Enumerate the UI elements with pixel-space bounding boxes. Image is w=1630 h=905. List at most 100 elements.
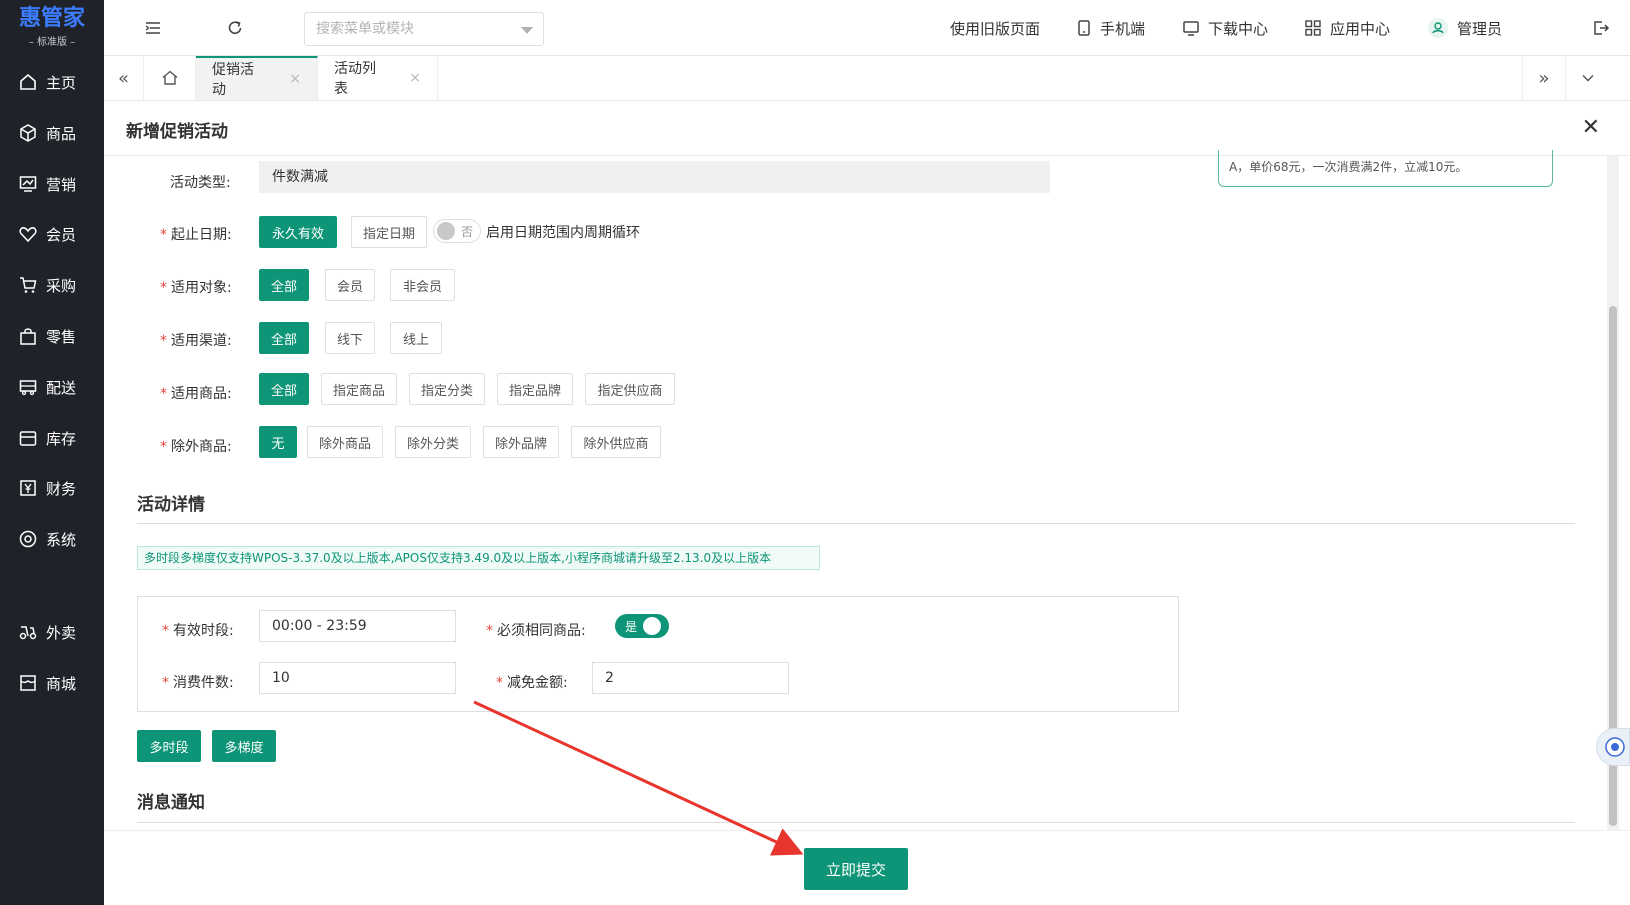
channel-online-button[interactable]: 线上 [390,322,442,354]
tab-scroll-left-button[interactable]: « [104,56,144,100]
message-divider [137,822,1575,823]
sidebar-item-marketing[interactable]: 营销 [0,164,104,204]
sidebar-item-takeout[interactable]: 外卖 [0,612,104,652]
old-page-label: 使用旧版页面 [950,19,1041,38]
sidebar-item-goods[interactable]: 商品 [0,113,104,153]
tab-bar: « 促销活动 × 活动列表 × » [104,56,1630,101]
exclude-brand-button[interactable]: 除外品牌 [483,426,559,458]
sidebar-item-system[interactable]: 系统 [0,519,104,559]
cycle-label: 启用日期范围内周期循环 [486,225,640,241]
target-label: * 适用对象: [160,280,232,296]
tab-activity-list[interactable]: 活动列表 × [318,56,438,100]
download-label: 下载中心 [1208,19,1269,38]
sidebar-item-retail[interactable]: 零售 [0,316,104,356]
double-chevron-right-icon: » [1538,67,1550,89]
details-section-title: 活动详情 [137,495,205,515]
sidebar-item-label: 库存 [46,429,77,448]
cycle-toggle[interactable]: 否 [433,219,481,243]
channel-offline-button[interactable]: 线下 [325,322,375,354]
close-icon[interactable]: × [289,71,301,87]
goods-all-button[interactable]: 全部 [259,373,309,405]
example-tip-box: A，单价68元，一次消费满2件，立减10元。 [1218,150,1553,187]
download-center-link[interactable]: 下载中心 [1182,0,1268,56]
goods-specify-button[interactable]: 指定商品 [321,373,397,405]
toggle-state-label: 否 [461,224,474,239]
user-name: 管理员 [1457,19,1503,38]
scooter-icon [19,626,37,640]
date-range-label: * 起止日期: [160,227,232,243]
date-specify-button[interactable]: 指定日期 [351,216,427,248]
multi-period-button[interactable]: 多时段 [137,730,201,762]
submit-button[interactable]: 立即提交 [804,848,908,890]
target-nonmember-button[interactable]: 非会员 [390,269,455,301]
app-center-link[interactable]: 应用中心 [1304,0,1390,56]
exclude-goods-button[interactable]: 除外商品 [307,426,383,458]
quantity-input[interactable]: 10 [259,662,456,694]
sidebar-item-finance[interactable]: 财务 [0,468,104,508]
channel-all-button[interactable]: 全部 [259,322,309,354]
top-bar: 搜索菜单或模块 使用旧版页面 手机端 下载中心 应用中心 管理员 [104,0,1630,56]
exclude-category-button[interactable]: 除外分类 [395,426,471,458]
tab-promotion[interactable]: 促销活动 × [196,56,318,100]
tab-label: 活动列表 [334,61,376,97]
close-icon: ✕ [1581,115,1600,140]
yen-icon [20,480,36,496]
menu-search-select[interactable]: 搜索菜单或模块 [304,12,544,46]
bag-icon [20,328,36,345]
exclude-supplier-button[interactable]: 除外供应商 [571,426,661,458]
close-icon[interactable]: × [409,70,421,86]
search-placeholder: 搜索菜单或模块 [316,21,414,37]
assistant-floating-button[interactable] [1596,728,1630,766]
target-member-button[interactable]: 会员 [325,269,375,301]
menu-icon [145,22,160,34]
sidebar-item-label: 外卖 [46,623,77,642]
sidebar-item-member[interactable]: 会员 [0,214,104,254]
goods-category-button[interactable]: 指定分类 [409,373,485,405]
user-avatar-icon [1428,18,1448,38]
sidebar-item-inventory[interactable]: 库存 [0,418,104,458]
multi-tier-button[interactable]: 多梯度 [212,730,276,762]
old-page-link[interactable]: 使用旧版页面 [950,0,1040,56]
sidebar-item-label: 零售 [46,327,77,346]
period-label: * 有效时段: [162,623,234,639]
period-input[interactable]: 00:00 - 23:59 [259,610,456,642]
version-notice: 多时段多梯度仅支持WPOS-3.37.0及以上版本,APOS仅支持3.49.0及… [137,546,820,570]
chevron-down-icon [1582,74,1594,82]
heart-icon [19,227,37,243]
home-icon [20,73,36,90]
date-permanent-button[interactable]: 永久有效 [259,216,337,248]
mobile-link[interactable]: 手机端 [1076,0,1145,56]
exclude-none-button[interactable]: 无 [259,426,297,458]
modal-header: 新增促销活动 ✕ [104,101,1630,156]
goods-brand-button[interactable]: 指定品牌 [497,373,573,405]
tab-label: 促销活动 [212,62,254,98]
details-divider [137,523,1575,524]
target-all-button[interactable]: 全部 [259,269,309,301]
brand-name: 惠管家 [18,5,85,31]
sidebar-item-mall[interactable]: 商城 [0,663,104,703]
sidebar-item-label: 配送 [46,378,77,397]
chart-icon [19,176,37,192]
refresh-button[interactable] [226,0,252,56]
chevron-down-icon [521,27,533,34]
same-goods-toggle[interactable]: 是 [615,614,669,638]
tab-scroll-right-button[interactable]: » [1522,56,1566,100]
menu-toggle-button[interactable] [144,0,170,56]
quantity-label: * 消费件数: [162,675,234,691]
tab-home[interactable] [144,56,196,100]
goods-supplier-button[interactable]: 指定供应商 [585,373,675,405]
brand-logo[interactable]: 惠管家 – 标准版 – [0,0,104,54]
box-icon [20,124,36,142]
example-tip-text: A，单价68元，一次消费满2件，立减10元。 [1229,160,1468,174]
tab-menu-dropdown[interactable] [1566,56,1610,100]
modal-close-button[interactable]: ✕ [1582,117,1600,139]
user-menu[interactable]: 管理员 [1427,0,1502,56]
activity-type-label: 活动类型: [170,175,231,191]
sidebar-item-home[interactable]: 主页 [0,62,104,102]
logout-button[interactable] [1592,0,1618,56]
discount-input[interactable]: 2 [592,662,789,694]
modal-title: 新增促销活动 [126,122,228,142]
sidebar-item-delivery[interactable]: 配送 [0,367,104,407]
sidebar-item-label: 营销 [46,175,77,194]
sidebar-item-purchase[interactable]: 采购 [0,265,104,305]
